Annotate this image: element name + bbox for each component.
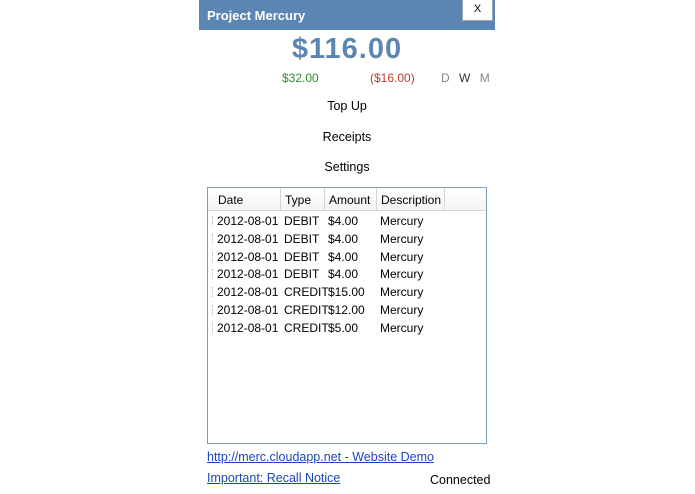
balance-amount: $116.00 (291, 33, 403, 65)
column-header-date[interactable]: Date (214, 188, 281, 210)
close-button[interactable]: X (462, 0, 493, 21)
settings-link[interactable]: Settings (199, 160, 495, 174)
table-header: Date Type Amount Description (208, 188, 486, 211)
cell-date: 2012-08-01 (217, 249, 279, 264)
period-month[interactable]: M (480, 71, 490, 85)
receipts-link[interactable]: Receipts (199, 130, 495, 144)
period-day[interactable]: D (441, 71, 450, 85)
connection-status: Connected (430, 473, 491, 487)
cell-type: DEBIT (284, 249, 320, 264)
window-title: Project Mercury (207, 8, 306, 23)
cell-description: Mercury (380, 249, 424, 264)
column-header-type[interactable]: Type (281, 188, 325, 210)
cell-type: DEBIT (284, 267, 320, 282)
title-bar: Project Mercury (199, 0, 495, 30)
table-row[interactable]: 2012-08-01 DEBIT $4.00 Mercury (208, 265, 486, 283)
debit-total: ($16.00) (370, 71, 415, 85)
period-week[interactable]: W (459, 71, 470, 85)
row-grip (212, 305, 214, 315)
cell-description: Mercury (380, 231, 424, 246)
row-grip (212, 216, 214, 226)
cell-description: Mercury (380, 285, 424, 300)
cell-date: 2012-08-01 (217, 285, 279, 300)
cell-description: Mercury (380, 320, 424, 335)
app-window: Project Mercury X $116.00 $32.00 ($16.00… (199, 0, 495, 494)
table-row[interactable]: 2012-08-01 DEBIT $4.00 Mercury (208, 248, 486, 266)
table-row[interactable]: 2012-08-01 CREDIT $15.00 Mercury (208, 283, 486, 301)
table-row[interactable]: 2012-08-01 DEBIT $4.00 Mercury (208, 212, 486, 230)
cell-type: DEBIT (284, 231, 320, 246)
cell-amount: $15.00 (328, 285, 365, 300)
cell-date: 2012-08-01 (217, 303, 279, 317)
cell-date: 2012-08-01 (217, 320, 279, 335)
table-row[interactable]: 2012-08-01 CREDIT $12.00 Mercury (208, 301, 486, 319)
top-up-link[interactable]: Top Up (199, 99, 495, 113)
cell-amount: $5.00 (328, 320, 359, 335)
table-row[interactable]: 2012-08-01 CREDIT $5.00 Mercury (208, 319, 486, 337)
cell-description: Mercury (380, 214, 424, 228)
cell-date: 2012-08-01 (217, 214, 279, 228)
row-grip (212, 322, 214, 333)
cell-amount: $4.00 (328, 214, 359, 228)
cell-description: Mercury (380, 303, 424, 317)
table-row[interactable]: 2012-08-01 DEBIT $4.00 Mercury (208, 230, 486, 248)
cell-date: 2012-08-01 (217, 267, 279, 282)
recall-notice-link[interactable]: Important: Recall Notice (207, 471, 340, 485)
column-header-description[interactable]: Description (377, 188, 445, 210)
row-grip (212, 251, 214, 262)
cell-type: CREDIT (284, 320, 329, 335)
website-demo-link[interactable]: http://merc.cloudapp.net - Website Demo (207, 450, 434, 464)
cell-amount: $4.00 (328, 267, 359, 282)
column-header-amount[interactable]: Amount (325, 188, 377, 210)
cell-type: CREDIT (284, 285, 329, 300)
transactions-table: Date Type Amount Description 2012-08-01 D… (207, 187, 487, 444)
cell-date: 2012-08-01 (217, 231, 279, 246)
cell-amount: $12.00 (328, 303, 365, 317)
row-grip (212, 287, 214, 298)
cell-type: DEBIT (284, 214, 320, 228)
cell-type: CREDIT (284, 303, 329, 317)
cell-amount: $4.00 (328, 231, 359, 246)
row-grip (212, 269, 214, 280)
period-selector: D W M (441, 71, 494, 85)
row-grip (212, 233, 214, 244)
credit-total: $32.00 (282, 71, 319, 85)
cell-description: Mercury (380, 267, 424, 282)
cell-amount: $4.00 (328, 249, 359, 264)
